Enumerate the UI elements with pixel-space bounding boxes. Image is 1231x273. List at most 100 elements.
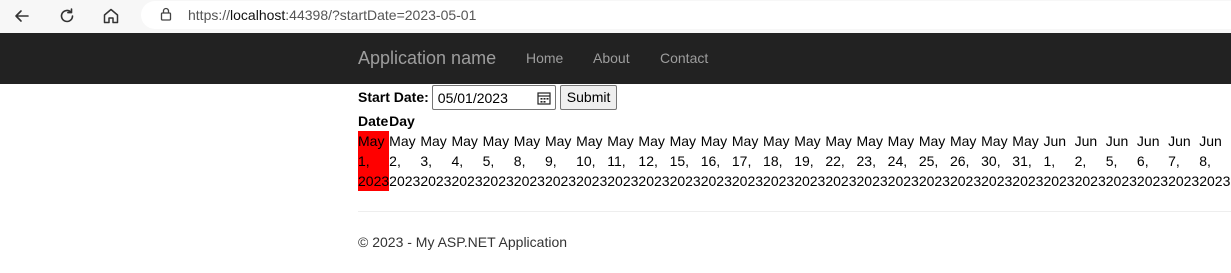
date-cell-part: 8, bbox=[1199, 153, 1211, 169]
date-cell-part: 2023 bbox=[576, 173, 608, 189]
date-cell: May 31, 2023 bbox=[1012, 131, 1043, 191]
start-date-label: Start Date: bbox=[358, 89, 429, 105]
date-cell-part: 2023 bbox=[1199, 173, 1231, 189]
date-cell-part: 2, bbox=[389, 153, 401, 169]
table-header-row: Date Day bbox=[358, 111, 1230, 131]
back-icon bbox=[15, 10, 29, 22]
start-date-value: 05/01/2023 bbox=[437, 89, 508, 106]
start-date-form: Start Date: 05/01/2023 Submit bbox=[358, 84, 618, 110]
date-cell-part: 23, bbox=[856, 153, 876, 169]
date-cell-part: May bbox=[887, 133, 915, 149]
date-cell-part: 19, bbox=[794, 153, 814, 169]
date-cell-part: 12, bbox=[638, 153, 658, 169]
date-cell: May 24, 2023 bbox=[888, 131, 919, 191]
date-cell-part: 5, bbox=[482, 153, 495, 169]
date-cell-part: 10, bbox=[576, 153, 596, 169]
date-cell-part: May bbox=[981, 133, 1008, 149]
date-cell-part: 2023 bbox=[794, 173, 826, 189]
date-cell: May 5, 2023 bbox=[483, 131, 514, 191]
date-cell: Jun 7, 2023 bbox=[1168, 131, 1199, 191]
date-cell-part: 17, bbox=[731, 153, 752, 169]
date-cell: May 19, 2023 bbox=[794, 131, 825, 191]
calendar-icon[interactable] bbox=[537, 91, 551, 105]
date-cell-part: Jun bbox=[1136, 133, 1160, 149]
footer-divider bbox=[358, 211, 1231, 212]
date-cell-part: May bbox=[358, 133, 385, 149]
date-cell-part: 15, bbox=[669, 153, 690, 169]
date-cell: Jun 6, 2023 bbox=[1137, 131, 1168, 191]
date-cell-part: May bbox=[638, 133, 665, 149]
date-cell-part: May bbox=[700, 133, 728, 149]
date-cell-part: 18, bbox=[763, 153, 783, 169]
date-cell-part: 16, bbox=[700, 153, 721, 169]
address-bar[interactable]: https://localhost:44398/?startDate=2023-… bbox=[141, 1, 1231, 29]
date-cell-part: 9, bbox=[544, 153, 557, 169]
date-cell-part: May bbox=[949, 133, 977, 149]
date-cell-part: 2023 bbox=[1043, 173, 1075, 189]
date-cell-part: May bbox=[825, 133, 852, 149]
date-cell-part: 2023 bbox=[949, 173, 982, 189]
date-cell: May 4, 2023 bbox=[451, 131, 482, 191]
date-cell-part: May bbox=[420, 133, 447, 149]
date-cell: May 8, 2023 bbox=[514, 131, 545, 191]
date-cell-part: 2023 bbox=[544, 173, 577, 189]
submit-button[interactable]: Submit bbox=[559, 84, 618, 110]
date-cell-part: May bbox=[763, 133, 790, 149]
date-cell-part: 6, bbox=[1136, 153, 1149, 169]
date-cell: May 22, 2023 bbox=[825, 131, 856, 191]
date-cell: May 9, 2023 bbox=[545, 131, 576, 191]
date-cell-part: 2023 bbox=[1012, 173, 1044, 189]
date-cell: May 25, 2023 bbox=[919, 131, 950, 191]
date-cell-part: 2023 bbox=[856, 173, 888, 189]
header-date: Date bbox=[358, 113, 389, 129]
date-cell: May 2, 2023 bbox=[389, 131, 420, 191]
date-cell: Jun 1, 2023 bbox=[1043, 131, 1074, 191]
date-cell-part: May bbox=[794, 133, 821, 149]
date-cell-part: Jun bbox=[1199, 133, 1222, 149]
back-button[interactable] bbox=[8, 3, 36, 29]
date-cell-part: May bbox=[482, 133, 510, 149]
date-cell-part: 8, bbox=[513, 153, 526, 169]
date-cell: May 1, 2023 bbox=[358, 131, 390, 191]
browser-toolbar: https://localhost:44398/?startDate=2023-… bbox=[0, 0, 1231, 33]
reload-icon bbox=[60, 8, 74, 23]
lock-icon[interactable] bbox=[158, 6, 174, 22]
date-cell-part: 26, bbox=[949, 153, 970, 169]
brand-link[interactable]: Application name bbox=[358, 48, 496, 69]
url-text[interactable]: https://localhost:44398/?startDate=2023-… bbox=[188, 7, 476, 23]
date-cell-part: 1, bbox=[1043, 153, 1056, 169]
date-cell-part: 22, bbox=[825, 153, 845, 169]
date-cell: May 18, 2023 bbox=[763, 131, 794, 191]
nav-link-contact[interactable]: Contact bbox=[660, 50, 708, 66]
nav-link-home[interactable]: Home bbox=[526, 50, 563, 66]
date-cell-part: Jun bbox=[1105, 133, 1129, 149]
date-cell-part: 2, bbox=[1074, 153, 1087, 169]
date-cell-part: 7, bbox=[1168, 153, 1180, 169]
date-cell: May 11, 2023 bbox=[607, 131, 638, 191]
date-cell-part: 25, bbox=[918, 153, 939, 169]
date-cell-part: 2023 bbox=[825, 173, 857, 189]
date-cell-part: May bbox=[918, 133, 946, 149]
date-cell-part: 2023 bbox=[607, 173, 639, 189]
start-date-input[interactable]: 05/01/2023 bbox=[431, 84, 556, 110]
date-cell-part: 5, bbox=[1105, 153, 1118, 169]
date-cell: May 10, 2023 bbox=[576, 131, 607, 191]
header-day: Day bbox=[389, 113, 415, 129]
date-cell-part: Jun bbox=[1168, 133, 1191, 149]
date-cell-part: 1, bbox=[358, 153, 370, 169]
date-cell-part: May bbox=[576, 133, 603, 149]
nav-link-about[interactable]: About bbox=[593, 50, 630, 66]
date-cell: May 23, 2023 bbox=[857, 131, 888, 191]
date-cell-part: 11, bbox=[607, 153, 626, 169]
date-cell: May 30, 2023 bbox=[981, 131, 1012, 191]
date-cell-part: 2023 bbox=[700, 173, 732, 189]
date-cell: Jun 2, 2023 bbox=[1075, 131, 1106, 191]
url-rest: :44398/?startDate=2023-05-01 bbox=[285, 7, 477, 23]
date-cell: May 16, 2023 bbox=[701, 131, 732, 191]
date-cell-part: 2023 bbox=[669, 173, 701, 189]
date-cell: May 12, 2023 bbox=[638, 131, 669, 191]
reload-button[interactable] bbox=[53, 3, 81, 29]
date-cell-part: 4, bbox=[451, 153, 464, 169]
date-cell-part: 2023 bbox=[981, 173, 1013, 189]
home-button[interactable] bbox=[97, 3, 125, 29]
